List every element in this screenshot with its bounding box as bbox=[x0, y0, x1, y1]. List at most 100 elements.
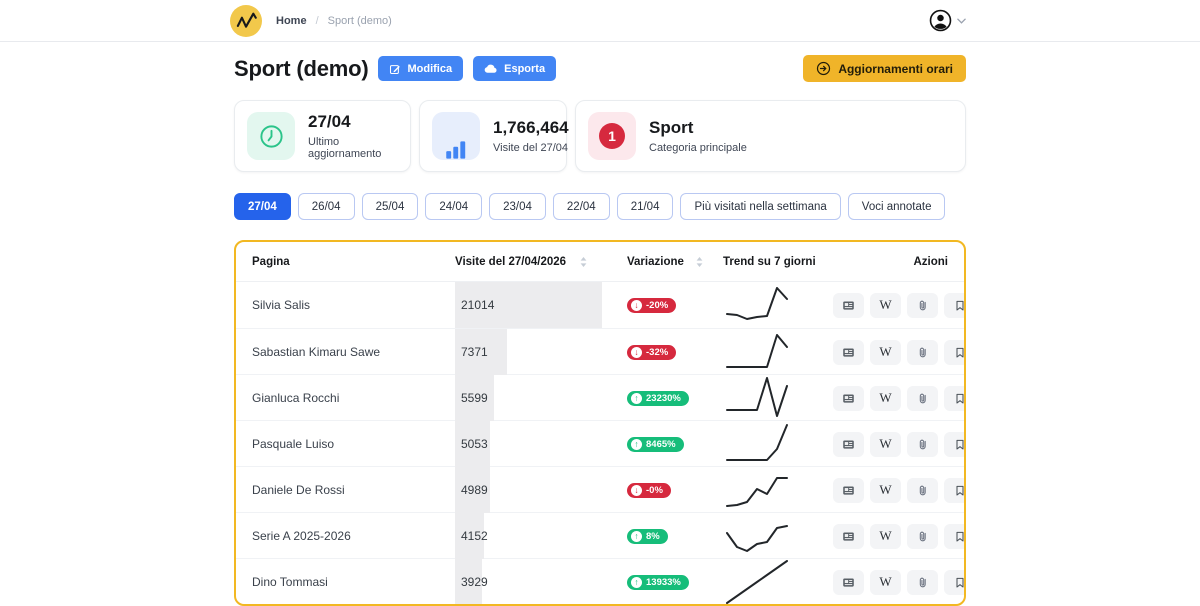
column-header-variation: Variazione bbox=[627, 256, 723, 268]
sort-icon-variation[interactable] bbox=[695, 256, 704, 268]
breadcrumb: Home / Sport (demo) bbox=[276, 15, 392, 27]
news-action-button[interactable] bbox=[833, 292, 864, 318]
wikipedia-action-button[interactable]: W bbox=[870, 339, 901, 365]
news-action-button[interactable] bbox=[833, 477, 864, 503]
hourly-updates-button[interactable]: Aggiornamenti orari bbox=[803, 55, 966, 82]
page-header: Sport (demo) Modifica Esporta Aggiorname… bbox=[234, 55, 966, 82]
page-name: Dino Tommasi bbox=[252, 575, 328, 589]
breadcrumb-separator: / bbox=[315, 14, 319, 27]
date-filter-22-04[interactable]: 22/04 bbox=[552, 193, 610, 220]
variation-cell: ↑ 23230% bbox=[627, 390, 723, 406]
wikipedia-action-button[interactable]: W bbox=[870, 431, 901, 457]
bar-chart-icon bbox=[432, 112, 480, 160]
variation-badge: ↑ 23230% bbox=[627, 390, 689, 406]
variation-cell: ↓ -20% bbox=[627, 297, 723, 313]
chevron-down-icon[interactable] bbox=[957, 18, 966, 24]
bookmark-action-button[interactable] bbox=[944, 523, 964, 549]
export-button[interactable]: Esporta bbox=[473, 56, 557, 81]
variation-badge: ↓ -20% bbox=[627, 297, 677, 313]
app-logo[interactable] bbox=[230, 4, 262, 37]
date-filter-23-04[interactable]: 23/04 bbox=[489, 193, 546, 220]
news-icon bbox=[842, 484, 855, 497]
actions-cell: W bbox=[833, 477, 964, 503]
trend-sparkline bbox=[726, 560, 788, 604]
top-navbar: Home / Sport (demo) bbox=[0, 0, 1200, 42]
wikipedia-icon: W bbox=[879, 528, 892, 543]
last-update-value: 27/04 bbox=[308, 112, 351, 131]
link-action-button[interactable] bbox=[907, 385, 938, 411]
trend-sparkline bbox=[726, 287, 788, 320]
news-icon bbox=[842, 299, 855, 312]
variation-cell: ↓ -32% bbox=[627, 344, 723, 360]
actions-cell: W bbox=[833, 385, 965, 411]
logo-trend-icon bbox=[236, 12, 257, 28]
table-row: Serie A 2025-2026 4152 ↑ 8% W bbox=[236, 512, 964, 559]
date-filter-24-04[interactable]: 24/04 bbox=[425, 193, 483, 220]
news-action-button[interactable] bbox=[833, 523, 864, 549]
page-name: Sabastian Kimaru Sawe bbox=[252, 345, 381, 359]
arrow-down-icon: ↓ bbox=[631, 484, 642, 496]
table-body: Silvia Salis 21014 ↓ -20% W Sabastian Kimaru … bbox=[236, 282, 964, 604]
edit-button[interactable]: Modifica bbox=[378, 56, 464, 81]
arrow-up-icon: ↑ bbox=[631, 576, 642, 588]
wikipedia-action-button[interactable]: W bbox=[870, 292, 901, 318]
wikipedia-action-button[interactable]: W bbox=[870, 385, 901, 411]
news-action-button[interactable] bbox=[833, 569, 864, 595]
link-action-button[interactable] bbox=[907, 339, 938, 365]
rank-number: 1 bbox=[599, 123, 625, 149]
link-action-button[interactable] bbox=[907, 431, 938, 457]
variation-badge: ↑ 8% bbox=[627, 528, 668, 544]
arrow-down-icon: ↓ bbox=[631, 299, 642, 311]
news-action-button[interactable] bbox=[833, 431, 864, 457]
visits-count: 3929 bbox=[461, 575, 488, 589]
wikipedia-action-button[interactable]: W bbox=[870, 477, 901, 503]
table-row: Sabastian Kimaru Sawe 7371 ↓ -32% W bbox=[236, 328, 964, 375]
bookmark-action-button[interactable] bbox=[944, 385, 965, 411]
wikipedia-icon: W bbox=[879, 297, 892, 312]
link-icon bbox=[916, 346, 929, 359]
trend-cell bbox=[723, 329, 833, 375]
table-row: Dino Tommasi 3929 ↑ 13933% W bbox=[236, 558, 964, 604]
trend-sparkline bbox=[726, 525, 788, 552]
trend-sparkline bbox=[726, 377, 788, 417]
breadcrumb-home[interactable]: Home bbox=[276, 15, 307, 27]
column-header-trend: Trend su 7 giorni bbox=[723, 255, 816, 268]
stat-card-last-update: 27/04 Ultimo aggiornamento bbox=[234, 100, 411, 172]
date-filter-25-04[interactable]: 25/04 bbox=[361, 193, 419, 220]
wikipedia-icon: W bbox=[879, 344, 892, 359]
bookmark-action-button[interactable] bbox=[944, 292, 964, 318]
news-action-button[interactable] bbox=[833, 339, 864, 365]
bookmark-action-button[interactable] bbox=[944, 431, 964, 457]
wikipedia-action-button[interactable]: W bbox=[870, 569, 901, 595]
date-filter-bar: 27/04 26/04 25/04 24/04 23/04 22/04 21/04 Più v… bbox=[234, 193, 966, 220]
rank-1-badge: 1 bbox=[588, 112, 636, 160]
date-filter-voci-annotate[interactable]: Voci annotate bbox=[847, 193, 946, 220]
news-icon bbox=[842, 530, 855, 543]
visits-cell: 3929 bbox=[455, 559, 627, 604]
arrow-up-icon: ↑ bbox=[631, 392, 642, 404]
bookmark-action-button[interactable] bbox=[944, 477, 964, 503]
bookmark-icon bbox=[954, 392, 965, 405]
date-filter-27-04[interactable]: 27/04 bbox=[234, 193, 291, 220]
date-filter-26-04[interactable]: 26/04 bbox=[297, 193, 355, 220]
link-action-button[interactable] bbox=[907, 569, 938, 595]
bookmark-action-button[interactable] bbox=[944, 339, 964, 365]
date-filter-pi-visitati-nella-settimana[interactable]: Più visitati nella settimana bbox=[680, 193, 841, 220]
link-action-button[interactable] bbox=[907, 477, 938, 503]
variation-cell: ↑ 8% bbox=[627, 528, 723, 544]
variation-badge: ↑ 8465% bbox=[627, 436, 684, 452]
link-action-button[interactable] bbox=[907, 523, 938, 549]
news-action-button[interactable] bbox=[833, 385, 864, 411]
user-avatar-icon[interactable] bbox=[929, 9, 952, 32]
visits-count: 21014 bbox=[461, 298, 495, 312]
column-header-visits: Visite del 27/04/2026 bbox=[455, 256, 627, 268]
wikipedia-action-button[interactable]: W bbox=[870, 523, 901, 549]
actions-cell: W bbox=[833, 569, 964, 595]
sort-icon-visits[interactable] bbox=[579, 256, 588, 268]
column-header-page: Pagina bbox=[252, 255, 290, 268]
link-action-button[interactable] bbox=[907, 292, 938, 318]
bookmark-action-button[interactable] bbox=[944, 569, 964, 595]
date-filter-21-04[interactable]: 21/04 bbox=[616, 193, 674, 220]
visits-table: Pagina Visite del 27/04/2026 Variazione … bbox=[234, 240, 966, 606]
trend-cell bbox=[723, 559, 833, 604]
